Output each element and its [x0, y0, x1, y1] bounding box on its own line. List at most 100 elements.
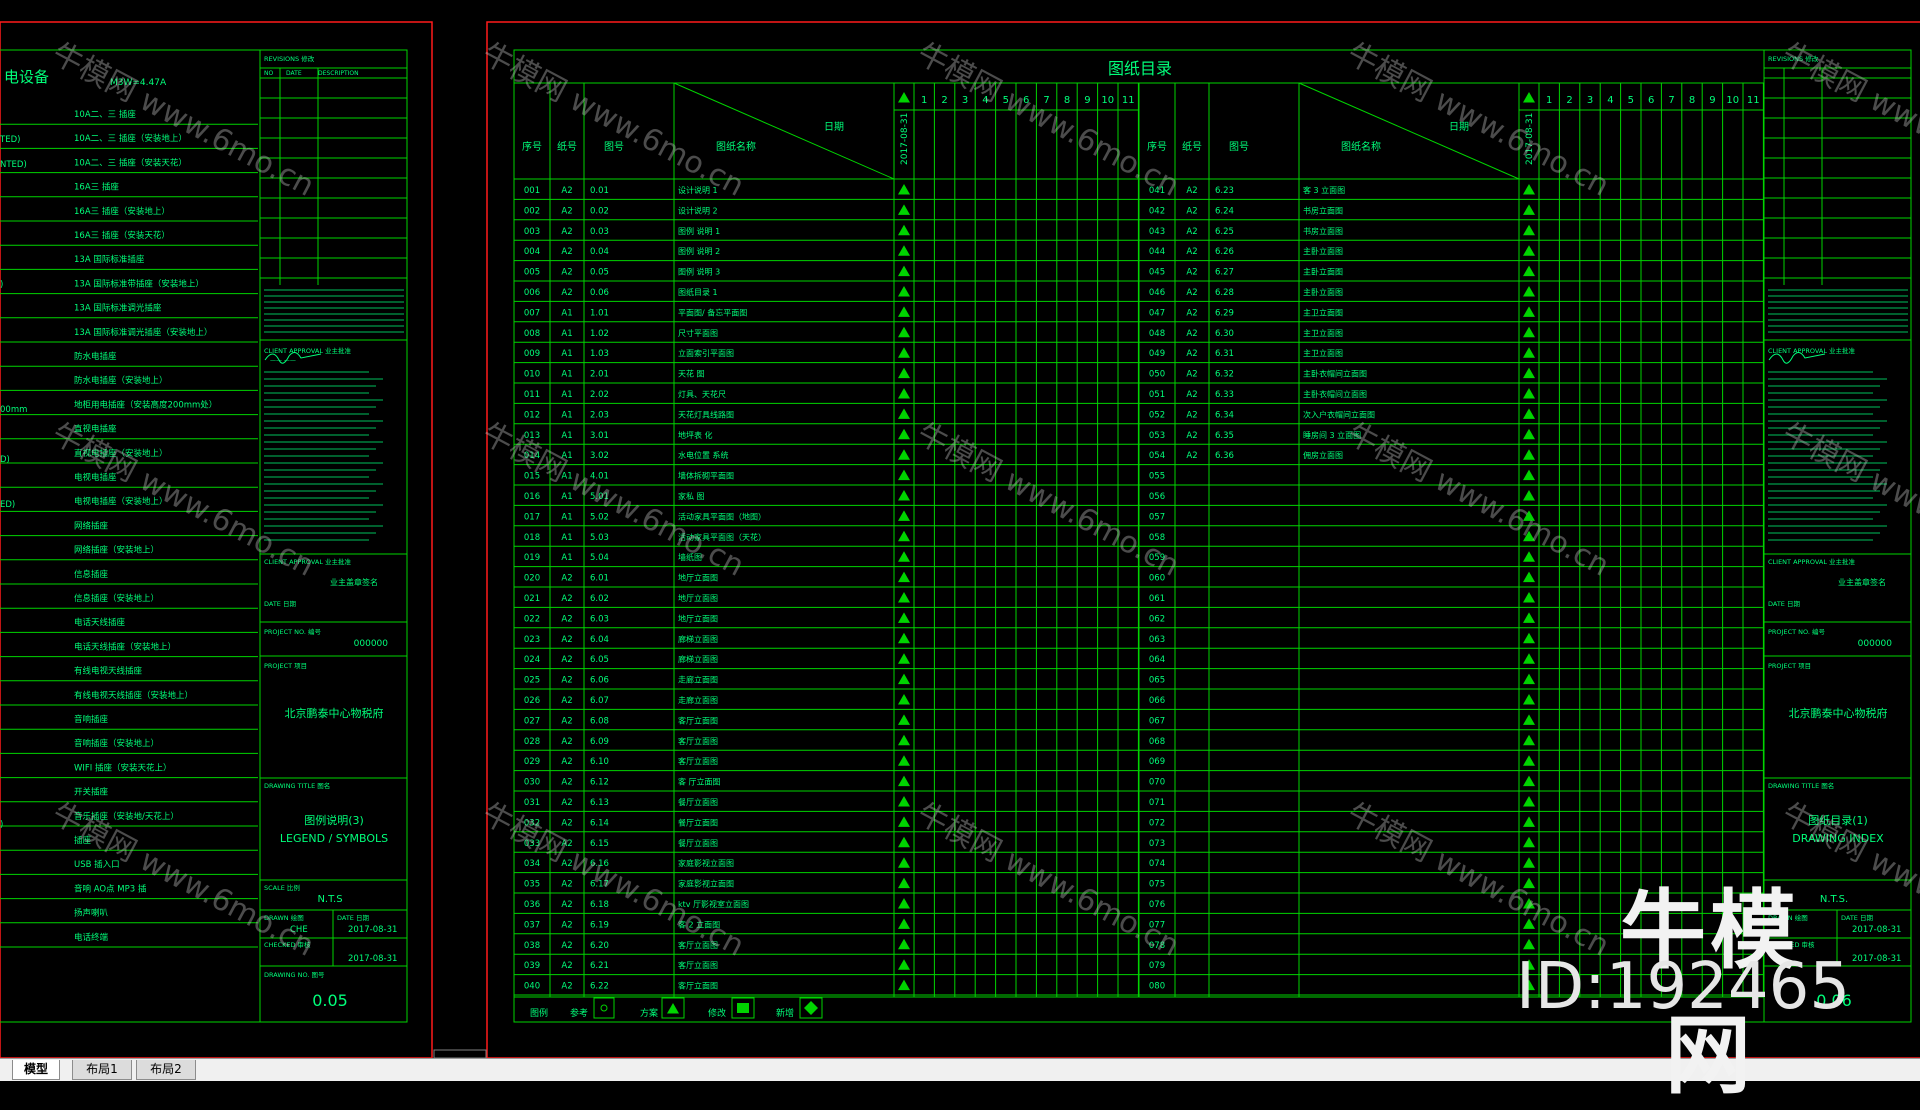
issue-marker-icon — [898, 184, 910, 195]
legend-item-label: 电话天线插座（安装地上） — [74, 641, 176, 652]
project-no: 000000 — [354, 639, 389, 649]
legend-item-label: WIFI 插座（安装天花上） — [74, 762, 172, 773]
issue-marker-icon — [898, 469, 910, 481]
row-drawing-no: 1.01 — [590, 308, 609, 318]
legend-item-label: 音响插座（安装地上） — [74, 738, 159, 749]
legend-item-label: 16A三 插座（安装地上） — [74, 206, 170, 217]
row-drawing-name: 图例 说明 1 — [678, 226, 720, 236]
legend-item-label: 扬声喇叭 — [74, 908, 109, 919]
row-seq: 044 — [1149, 247, 1165, 257]
issue-marker-icon — [898, 224, 910, 236]
issue-marker-icon — [898, 857, 910, 868]
issue-marker-icon — [1523, 612, 1535, 623]
row-size: A2 — [561, 206, 572, 216]
model-space-gap — [433, 1049, 487, 1058]
revision-col-number: 4 — [1607, 95, 1613, 106]
row-drawing-no: 6.19 — [590, 920, 609, 930]
issue-marker-icon — [898, 326, 910, 338]
row-drawing-no: 6.15 — [590, 839, 609, 849]
row-seq: 065 — [1149, 676, 1165, 686]
legend-item-label: 13A 国际标准插座 — [74, 254, 145, 265]
row-seq: 028 — [524, 737, 540, 747]
row-drawing-name: 设计说明 2 — [678, 205, 718, 215]
issue-marker-icon — [1523, 184, 1535, 195]
row-seq: 026 — [524, 696, 540, 706]
row-drawing-name: 主卫立面图 — [1303, 307, 1343, 317]
tab-layout2[interactable]: 布局2 — [136, 1060, 196, 1080]
legend-item-label: 13A 国际标准调光插座（安装地上） — [74, 327, 212, 338]
row-seq: 071 — [1149, 798, 1165, 808]
row-seq: 042 — [1149, 206, 1165, 216]
issue-marker-icon — [898, 918, 910, 929]
row-seq: 052 — [1149, 410, 1165, 420]
issue-marker-icon — [898, 245, 910, 256]
row-drawing-name: 水电位置 系统 — [678, 450, 729, 460]
legend-item-label: 防水电插座（安装地上） — [74, 375, 168, 386]
row-drawing-no: 0.05 — [590, 268, 609, 278]
issue-marker-icon — [1523, 224, 1535, 236]
row-drawing-name: 地厅立面图 — [678, 573, 718, 583]
row-drawing-name: 家庭影视立面图 — [678, 879, 734, 889]
row-size: A2 — [1186, 227, 1197, 237]
tab-model[interactable]: 模型 — [12, 1060, 60, 1080]
row-drawing-no: 6.31 — [1215, 349, 1234, 359]
row-drawing-name: 平面图/ 备忘平面图 — [678, 307, 747, 317]
row-size: A2 — [561, 696, 572, 706]
row-size: A2 — [561, 982, 572, 992]
row-seq: 067 — [1149, 716, 1165, 726]
row-seq: 073 — [1149, 839, 1165, 849]
header-name: 图纸名称 — [716, 140, 756, 153]
legend-heading: 电设备 — [4, 68, 49, 86]
row-drawing-no: 6.07 — [590, 696, 609, 706]
legend-item-label: 音响插座 — [74, 714, 109, 725]
row-drawing-no: 6.22 — [590, 982, 609, 992]
row-size: A2 — [561, 247, 572, 257]
date-label-right-2: DATE 日期 — [1841, 914, 1873, 922]
row-drawing-no: 6.03 — [590, 614, 609, 624]
row-seq: 008 — [524, 329, 540, 339]
revision-col-number: 9 — [1084, 95, 1090, 106]
issue-marker-icon — [898, 959, 910, 970]
row-drawing-no: 6.18 — [590, 900, 609, 910]
row-seq: 056 — [1149, 492, 1165, 502]
row-size: A2 — [561, 798, 572, 808]
row-drawing-no: 0.04 — [590, 247, 609, 257]
revision-col-number: 11 — [1122, 95, 1135, 106]
row-seq: 054 — [1149, 451, 1165, 461]
row-drawing-no: 6.06 — [590, 676, 609, 686]
row-drawing-no: 6.04 — [590, 635, 609, 645]
issue-marker-icon — [1523, 245, 1535, 256]
issue-marker-icon — [1523, 551, 1535, 562]
issue-marker-icon — [1523, 388, 1535, 399]
client-sign: 业主盖章签名 — [330, 577, 378, 587]
issue-marker-icon — [1523, 490, 1535, 501]
issue-marker-icon — [1523, 938, 1535, 950]
row-drawing-name: 走廊立面图 — [678, 695, 718, 705]
row-drawing-name: 灯具、天花尺 — [678, 389, 726, 399]
issue-marker-icon — [898, 836, 910, 848]
issue-marker-icon — [898, 816, 910, 827]
legend-item-label: 网络插座 — [74, 520, 109, 531]
issue-marker-icon — [1523, 428, 1535, 440]
triangle-icon — [667, 1003, 679, 1014]
row-seq: 039 — [524, 961, 540, 971]
row-seq: 079 — [1149, 961, 1165, 971]
row-drawing-no: 6.29 — [1215, 308, 1234, 318]
watermark-text: 牛模网 www.6mo.cn — [1341, 796, 1614, 964]
row-seq: 080 — [1149, 982, 1165, 992]
legend-prefix: ) — [0, 280, 3, 290]
watermark-text: 牛模网 www.6mo.cn — [911, 796, 1184, 964]
row-drawing-no: 6.25 — [1215, 227, 1234, 237]
tab-layout1[interactable]: 布局1 — [72, 1060, 132, 1080]
revision-col-number: 7 — [1668, 95, 1674, 106]
row-drawing-name: 次入户衣帽间立面图 — [1303, 409, 1375, 419]
row-seq: 031 — [524, 798, 540, 808]
row-drawing-name: 地坪表 化 — [678, 430, 713, 440]
legend-item-label: 地柜用电插座（安装高度200mm处） — [74, 399, 217, 410]
issue-marker-icon — [898, 673, 910, 685]
row-seq: 029 — [524, 757, 540, 767]
issue-marker-icon — [1523, 673, 1535, 685]
issue-marker-icon — [1523, 326, 1535, 338]
checked-date: 2017-08-31 — [348, 954, 397, 964]
row-drawing-name: 主卧衣帽间立面图 — [1303, 369, 1367, 379]
